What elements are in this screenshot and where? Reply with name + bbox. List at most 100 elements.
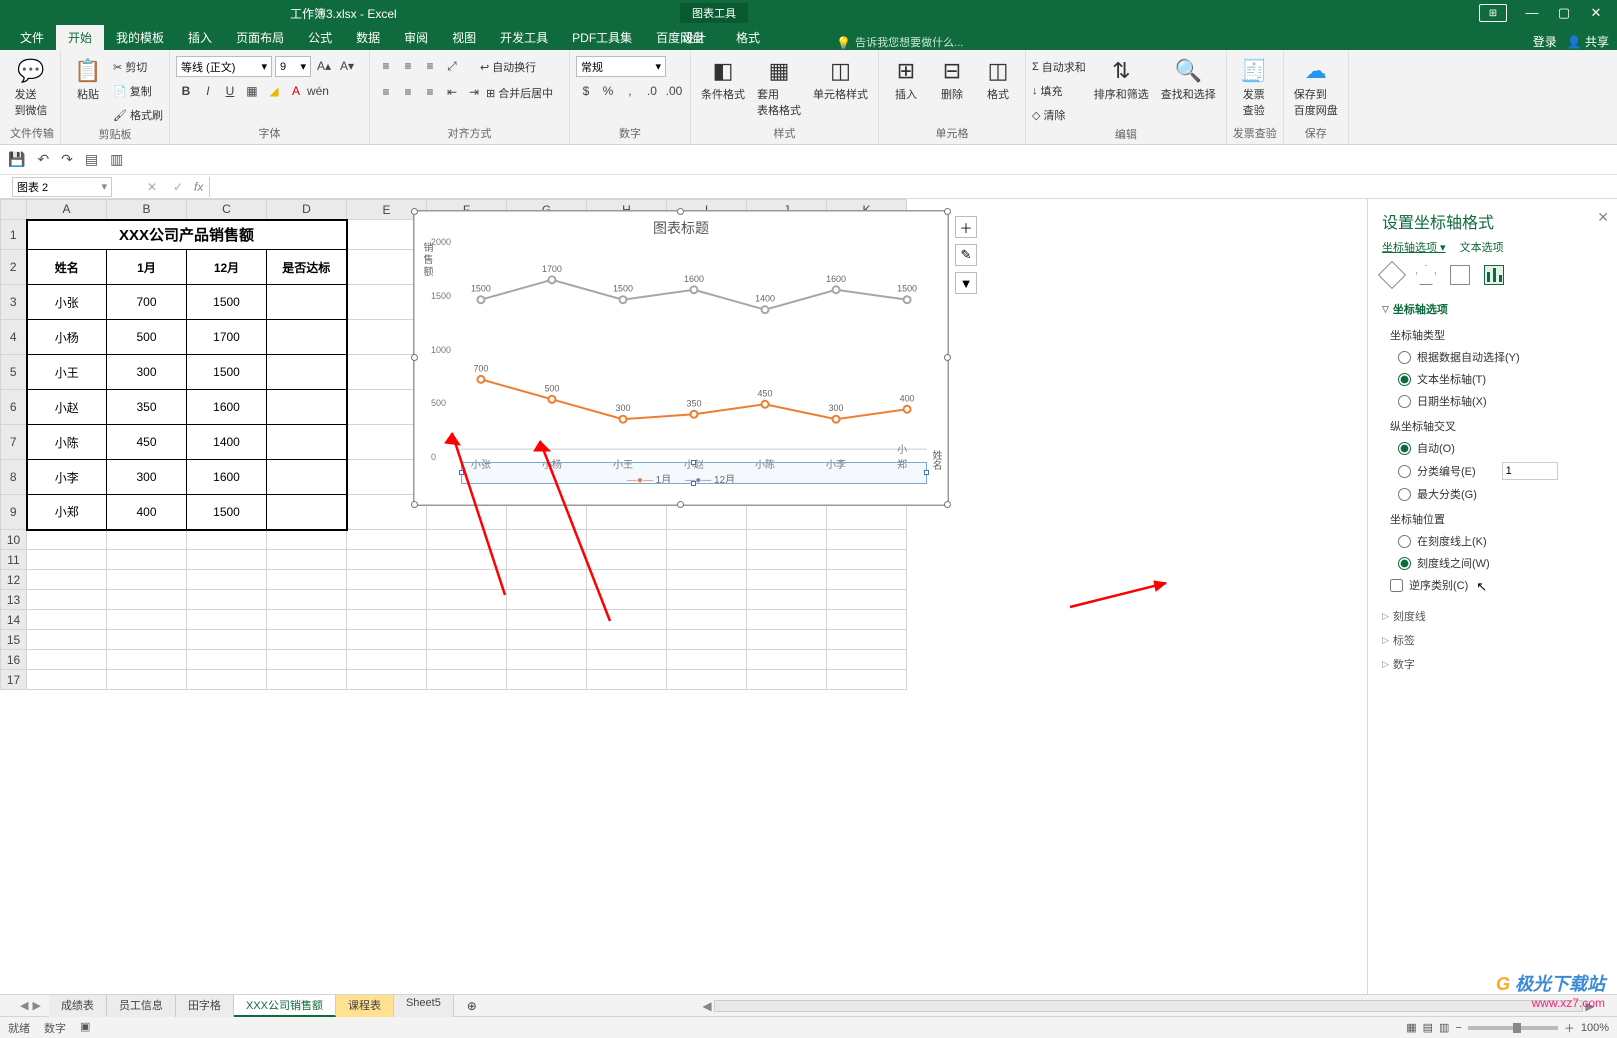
format-cells-button[interactable]: ◫格式 <box>977 56 1019 104</box>
sheet-tab[interactable]: 课程表 <box>336 995 394 1017</box>
fx-icon[interactable]: fx <box>194 180 203 194</box>
cell[interactable]: 1月 <box>107 250 187 285</box>
axis-options-icon[interactable] <box>1484 265 1504 285</box>
qat-2-icon[interactable]: ▥ <box>110 151 123 168</box>
sheet-nav-next[interactable]: ▶ <box>32 999 40 1012</box>
cell[interactable] <box>107 530 187 550</box>
cell[interactable]: 小李 <box>27 460 107 495</box>
cell[interactable] <box>827 650 907 670</box>
qat-1-icon[interactable]: ▤ <box>85 151 98 168</box>
sheet-tab[interactable]: 田字格 <box>176 995 234 1017</box>
cell[interactable] <box>347 590 427 610</box>
row-header[interactable]: 1 <box>1 220 27 250</box>
cell[interactable] <box>267 425 347 460</box>
cell[interactable] <box>667 570 747 590</box>
cell[interactable]: 450 <box>107 425 187 460</box>
share-button[interactable]: 👤 共享 <box>1567 33 1609 50</box>
tab-layout[interactable]: 页面布局 <box>224 25 296 50</box>
row-header[interactable]: 7 <box>1 425 27 460</box>
cell[interactable] <box>27 530 107 550</box>
axis-type-text[interactable]: 文本坐标轴(T) <box>1382 368 1603 390</box>
tab-pdf[interactable]: PDF工具集 <box>560 25 644 50</box>
align-bottom-button[interactable]: ≡ <box>420 56 440 76</box>
zoom-slider[interactable] <box>1468 1026 1558 1030</box>
cell[interactable] <box>267 610 347 630</box>
cell[interactable] <box>507 610 587 630</box>
tab-insert[interactable]: 插入 <box>176 25 224 50</box>
cell[interactable] <box>107 630 187 650</box>
col-header[interactable]: C <box>187 200 267 220</box>
row-header[interactable]: 10 <box>1 530 27 550</box>
view-page-icon[interactable]: ▤ <box>1423 1021 1433 1034</box>
border-button[interactable]: ▦ <box>242 81 262 101</box>
cell[interactable] <box>267 460 347 495</box>
undo-icon[interactable]: ↶ <box>37 151 49 168</box>
inc-decimal-button[interactable]: .0 <box>642 81 662 101</box>
cell[interactable]: 1700 <box>187 320 267 355</box>
row-header[interactable]: 2 <box>1 250 27 285</box>
cross-max[interactable]: 最大分类(G) <box>1382 483 1603 505</box>
find-select-button[interactable]: 🔍查找和选择 <box>1157 56 1220 104</box>
cell[interactable] <box>347 670 427 690</box>
cell[interactable]: 小张 <box>27 285 107 320</box>
percent-button[interactable]: % <box>598 81 618 101</box>
autosum-button[interactable]: Σ 自动求和 <box>1032 56 1086 78</box>
pane-tab-axis-options[interactable]: 坐标轴选项 ▾ <box>1382 239 1446 255</box>
worksheet-grid[interactable]: ABCDEFGHIJK1XXX公司产品销售额2姓名1月12月是否达标3小张700… <box>0 199 1367 994</box>
row-header[interactable]: 9 <box>1 495 27 530</box>
merge-center-button[interactable]: ⊞ 合并后居中 <box>486 82 553 104</box>
cell[interactable] <box>267 570 347 590</box>
cell[interactable] <box>27 630 107 650</box>
send-to-wechat-button[interactable]: 💬发送 到微信 <box>10 56 52 120</box>
cell[interactable] <box>667 550 747 570</box>
cell[interactable] <box>107 610 187 630</box>
cell[interactable]: 12月 <box>187 250 267 285</box>
cell[interactable] <box>267 590 347 610</box>
cell[interactable] <box>747 550 827 570</box>
cell[interactable] <box>587 550 667 570</box>
bold-button[interactable]: B <box>176 81 196 101</box>
cell[interactable] <box>427 610 507 630</box>
confirm-formula-icon[interactable]: ✓ <box>168 177 188 197</box>
macro-record-icon[interactable]: ▣ <box>80 1020 90 1036</box>
cell[interactable] <box>267 670 347 690</box>
fill-button[interactable]: ↓ 填充 <box>1032 80 1086 102</box>
cell[interactable] <box>507 550 587 570</box>
cell[interactable] <box>427 650 507 670</box>
clear-button[interactable]: ◇ 清除 <box>1032 104 1086 126</box>
cell[interactable] <box>827 630 907 650</box>
pos-between-tick[interactable]: 刻度线之间(W) <box>1382 552 1603 574</box>
font-size-combo[interactable]: 9▾ <box>275 56 311 77</box>
select-all-corner[interactable] <box>1 200 27 220</box>
save-icon[interactable]: 💾 <box>8 151 25 168</box>
chart-x-title[interactable]: 姓名 <box>928 450 943 470</box>
cell[interactable] <box>347 610 427 630</box>
col-header[interactable]: A <box>27 200 107 220</box>
cell[interactable] <box>27 570 107 590</box>
cell[interactable] <box>507 630 587 650</box>
cross-number-input[interactable] <box>1502 462 1558 480</box>
cell[interactable] <box>427 670 507 690</box>
cell[interactable] <box>347 630 427 650</box>
cell[interactable] <box>27 670 107 690</box>
cell[interactable]: 小陈 <box>27 425 107 460</box>
cell[interactable] <box>747 570 827 590</box>
cell[interactable] <box>187 650 267 670</box>
section-tickmarks[interactable]: 刻度线 <box>1382 604 1603 628</box>
close-button[interactable]: ✕ <box>1581 2 1611 24</box>
col-header[interactable]: B <box>107 200 187 220</box>
cell[interactable] <box>187 610 267 630</box>
orientation-button[interactable]: ⤢ <box>442 56 462 76</box>
cell[interactable] <box>507 590 587 610</box>
comma-button[interactable]: , <box>620 81 640 101</box>
chart-elements-button[interactable]: ＋ <box>955 216 977 238</box>
font-color-button[interactable]: A <box>286 81 306 101</box>
cell[interactable] <box>107 670 187 690</box>
cell[interactable] <box>747 590 827 610</box>
axis-type-auto[interactable]: 根据数据自动选择(Y) <box>1382 346 1603 368</box>
fill-color-button[interactable]: ◢ <box>264 81 284 101</box>
cross-auto[interactable]: 自动(O) <box>1382 437 1603 459</box>
cell[interactable] <box>107 650 187 670</box>
zoom-in-button[interactable]: ＋ <box>1564 1020 1575 1036</box>
sheet-tab[interactable]: 成绩表 <box>49 995 107 1017</box>
